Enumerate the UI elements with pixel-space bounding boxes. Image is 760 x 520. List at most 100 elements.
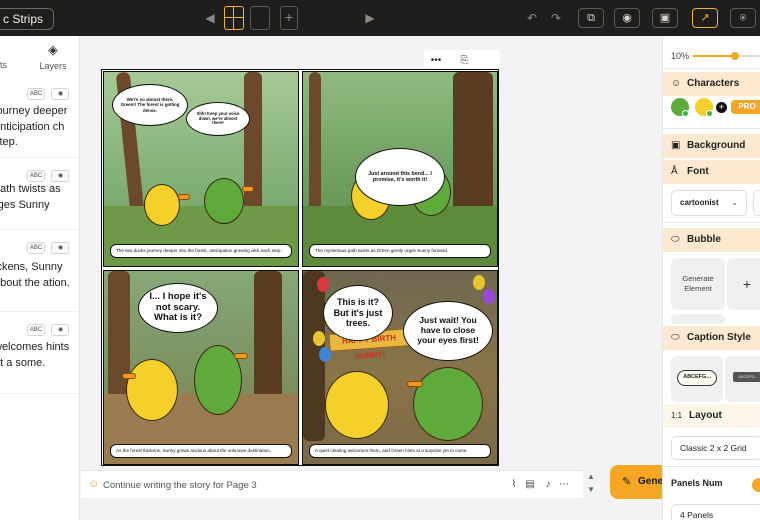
duck-beak [178, 194, 190, 200]
caption-style-tile[interactable]: ABCEFG... [725, 356, 760, 402]
story-prompt-input[interactable] [103, 476, 483, 494]
caption-box[interactable]: As the forest thickens, Sunny grows anxi… [110, 444, 292, 458]
speech-bubble[interactable]: Shh! Keep your voice down, we're almost … [186, 102, 250, 136]
aspect-ratio-icon: 1:1 [671, 411, 683, 420]
background-icon: ▣ [671, 140, 681, 151]
eye-icon[interactable]: ◉ [51, 324, 70, 336]
pro-badge[interactable]: PRO [731, 100, 760, 114]
add-character-button[interactable]: + [716, 102, 727, 113]
tab-scripts[interactable]: pts [0, 42, 16, 70]
speech-bubble[interactable]: Just around this bend... I promise, it's… [355, 148, 445, 206]
bubble-style-tile[interactable] [671, 314, 725, 324]
save-button[interactable]: ▣ [652, 8, 678, 28]
generate-element-tile[interactable]: Generate Element [671, 258, 725, 310]
font-select[interactable]: cartoonist ⌄ [671, 190, 747, 216]
caption-style-sample: ABCEFG... [733, 372, 760, 382]
more-options-icon[interactable]: ⋯ [557, 477, 571, 493]
spellcheck-button[interactable]: ABC [27, 88, 45, 100]
next-page-icon[interactable]: ▶ [360, 8, 380, 28]
page-stepper[interactable]: ▲ ▼ [584, 470, 598, 498]
chevron-down-icon[interactable]: ▼ [584, 483, 598, 496]
more-icon[interactable]: ••• [424, 52, 448, 70]
zoom-slider-handle[interactable] [731, 52, 739, 60]
speech-bubble[interactable]: We're so almost there, Green!! The fores… [112, 84, 188, 126]
caption-box[interactable]: The mysterious path twists as Green gent… [309, 244, 491, 258]
app-title-chip[interactable]: c Strips [0, 8, 55, 30]
export-button[interactable]: ↗ [692, 8, 718, 28]
speech-bubble[interactable]: Just wait! You have to close your eyes f… [403, 301, 493, 361]
spellcheck-button[interactable]: ABC [27, 324, 45, 336]
eye-icon[interactable]: ◉ [51, 242, 70, 254]
divider [663, 466, 760, 467]
script-text[interactable]: ickens, Sunny about the ation. [0, 260, 78, 291]
zoom-label: 10% [671, 51, 690, 61]
section-characters[interactable]: ☺ Characters [663, 72, 760, 96]
page-thumbnail-active[interactable] [224, 6, 244, 30]
caption-box[interactable]: The two ducks journey deeper into the fo… [110, 244, 292, 258]
share-button[interactable]: ⍟ [730, 8, 756, 28]
script-item[interactable]: ABC ◉ welcomes hints at a some. [0, 312, 79, 394]
generate-label: Gene [638, 476, 664, 487]
section-bubble-label: Bubble [687, 234, 721, 245]
speech-bubble[interactable]: This is it? But it's just trees. [323, 285, 393, 341]
spellcheck-button[interactable]: ABC [27, 242, 45, 254]
comic-panel-3[interactable]: I... I hope it's not scary. What is it? … [103, 270, 299, 465]
panels-num-select[interactable]: 4 Panels [671, 504, 760, 520]
comic-panel-4[interactable]: HAPPY BIRTH SUNNY! This is it? But it's … [302, 270, 498, 465]
section-layout-label: Layout [689, 410, 722, 421]
microphone-icon[interactable]: ♪ [541, 477, 555, 493]
caption-box[interactable]: A quiet clearing welcomes them, and Gree… [309, 444, 491, 458]
duck-beak [122, 373, 136, 379]
duplicate-icon[interactable]: ⎘ [452, 52, 476, 70]
image-icon[interactable]: ▤ [523, 477, 537, 493]
arrange-button[interactable]: ⧉ [578, 8, 604, 28]
undo-icon[interactable]: ↶ [522, 8, 542, 28]
eye-icon[interactable]: ◉ [51, 170, 70, 182]
help-button[interactable] [752, 478, 760, 492]
section-layout[interactable]: 1:1 Layout [663, 404, 760, 428]
preview-button[interactable]: ◉ [614, 8, 640, 28]
script-item[interactable]: ABC ◉ path twists as rges Sunny [0, 158, 79, 230]
balloon [313, 331, 325, 346]
generate-element-label: Generate Element [682, 274, 714, 293]
balloon [473, 275, 485, 290]
eye-icon[interactable]: ◉ [51, 88, 70, 100]
top-bar: c Strips ◀ + ▶ ↶ ↷ ⧉ ◉ ▣ ↗ ⍟ [0, 0, 760, 36]
comic-panel-2[interactable]: Just around this bend... I promise, it's… [302, 71, 498, 267]
spellcheck-button[interactable]: ABC [27, 170, 45, 182]
attach-icon[interactable]: ⌇ [507, 477, 521, 493]
divider [663, 128, 760, 129]
script-item[interactable]: ABC ◉ journey deeper anticipation ch ste… [0, 76, 79, 158]
right-panel: 10% ☺ Characters + PRO ▣ Background Å Fo… [662, 36, 760, 520]
left-panel: pts ◈ Layers ABC ◉ journey deeper antici… [0, 36, 80, 520]
script-text[interactable]: path twists as rges Sunny [0, 182, 78, 213]
prompt-bar: ☺ ⌇ ▤ ♪ ⋯ [81, 470, 583, 498]
section-font[interactable]: Å Font [663, 160, 760, 184]
script-item[interactable]: ABC ◉ ickens, Sunny about the ation. [0, 230, 79, 312]
section-caption-style[interactable]: ⬭ Caption Style [663, 326, 760, 350]
comic-panel-1[interactable]: We're so almost there, Green!! The fores… [103, 71, 299, 267]
panels-num-label: Panels Num [671, 478, 723, 488]
layout-select[interactable]: Classic 2 x 2 Grid [671, 436, 760, 460]
balloon [483, 289, 495, 304]
font-style-button[interactable] [753, 190, 760, 216]
speech-bubble[interactable]: I... I hope it's not scary. What is it? [138, 283, 218, 333]
balloon [317, 277, 329, 292]
chevron-down-icon: ⌄ [731, 198, 738, 207]
add-page-button[interactable]: + [280, 6, 298, 30]
script-text[interactable]: journey deeper anticipation ch step. [0, 104, 78, 151]
add-bubble-button[interactable]: + [727, 258, 760, 310]
tab-layers[interactable]: ◈ Layers [38, 42, 68, 71]
redo-icon[interactable]: ↷ [546, 8, 566, 28]
section-background[interactable]: ▣ Background [663, 134, 760, 158]
prev-page-icon[interactable]: ◀ [200, 8, 220, 28]
chevron-up-icon[interactable]: ▲ [584, 470, 598, 483]
caption-style-tile[interactable]: ABCEFG... [671, 356, 723, 402]
script-text[interactable]: welcomes hints at a some. [0, 340, 78, 371]
section-bubble[interactable]: ⬭ Bubble [663, 228, 760, 252]
section-characters-label: Characters [687, 78, 740, 89]
page-thumbnail[interactable] [250, 6, 270, 30]
comic-page[interactable]: We're so almost there, Green!! The fores… [101, 69, 499, 466]
selected-check-icon [706, 110, 713, 117]
zoom-slider[interactable] [693, 52, 760, 60]
